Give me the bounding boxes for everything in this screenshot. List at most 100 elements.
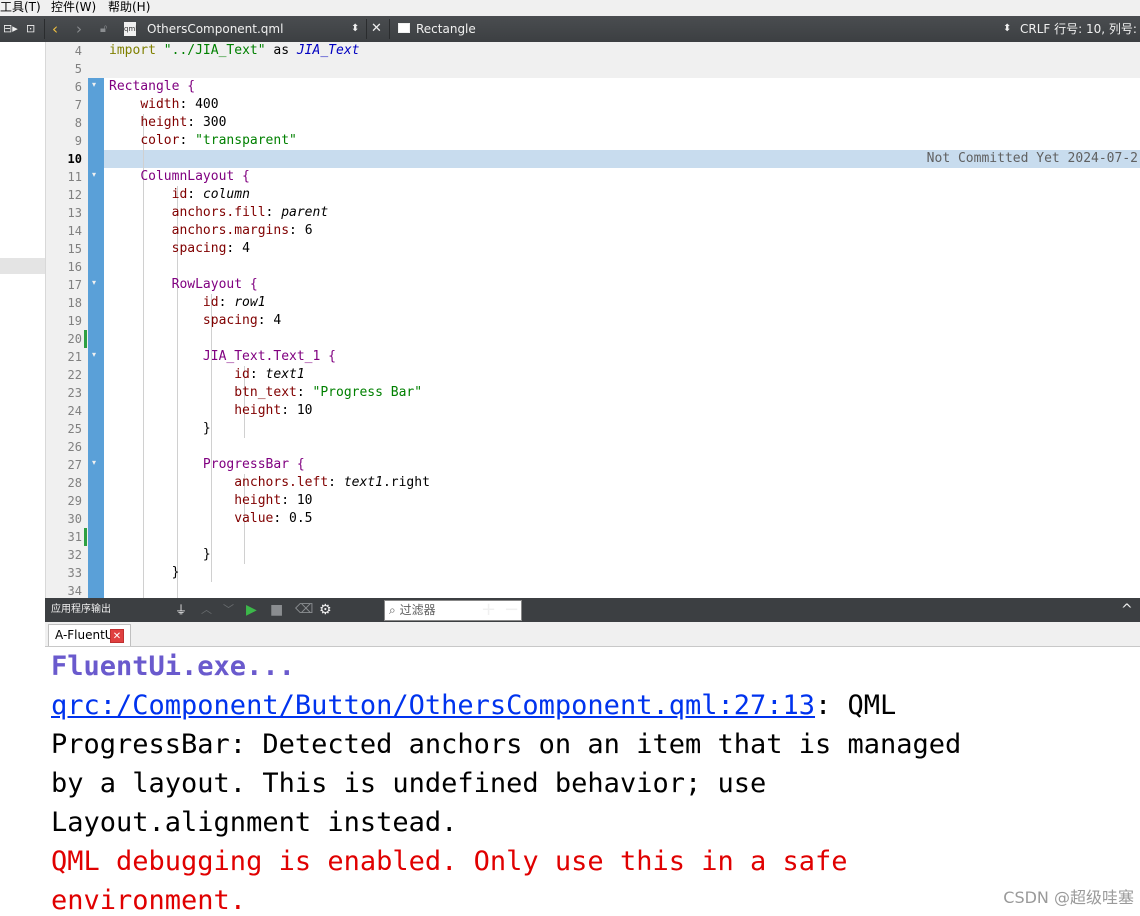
fold-toggle-icon[interactable]: ▾	[92, 279, 100, 287]
zoom-in-icon[interactable]: +	[481, 598, 496, 622]
fold-toggle-icon[interactable]: ▾	[92, 171, 100, 179]
line-number: 19	[67, 314, 82, 328]
code-line: anchors.fill: parent	[171, 205, 329, 220]
code-line: ProgressBar {	[202, 457, 305, 472]
gear-icon[interactable]: ⚙	[319, 598, 332, 622]
collapse-pane-icon[interactable]: ^	[1121, 598, 1133, 622]
line-number: 11	[67, 170, 82, 184]
code-line: RowLayout {	[171, 277, 258, 292]
line-number: 22	[67, 368, 82, 382]
zoom-out-icon[interactable]: −	[504, 598, 519, 622]
line-number: 30	[67, 512, 82, 526]
code-line: color: "transparent"	[140, 133, 297, 148]
chevron-left-icon[interactable]: ‹	[52, 16, 58, 42]
line-number: 6	[74, 80, 82, 94]
line-number: 7	[74, 98, 82, 112]
line-number: 34	[67, 584, 82, 598]
output-line: QML debugging is enabled. Only use this …	[51, 846, 848, 877]
code-line: spacing: 4	[171, 241, 250, 256]
code-line: width: 400	[140, 97, 219, 112]
output-line: FluentUi.exe...	[51, 651, 295, 682]
menu-tools[interactable]: 工具(T)	[0, 0, 41, 14]
file-name[interactable]: OthersComponent.qml	[147, 16, 283, 42]
vcs-change-marker	[84, 528, 87, 546]
output-tab-label: A-FluentU	[55, 628, 114, 642]
watermark: CSDN @超级哇塞	[1003, 888, 1134, 907]
rectangle-symbol-icon	[398, 23, 410, 33]
output-tabs: A-FluentU ✕	[45, 622, 1140, 647]
code-line: anchors.margins: 6	[171, 223, 313, 238]
clear-icon[interactable]: ⌫	[295, 598, 313, 622]
chevron-up-icon[interactable]: ︿	[201, 598, 212, 622]
qml-file-icon: qml	[124, 22, 137, 36]
code-line: import "../JIA_Text" as JIA_Text	[109, 43, 360, 58]
close-icon[interactable]: ✕	[371, 16, 382, 42]
search-icon: ⌕	[389, 603, 396, 617]
code-line: id: row1	[202, 295, 266, 310]
editor-toolbar: ⊟▸ ⊡ ‹ › 🔓︎ qml OthersComponent.qml ⬍ ✕ …	[0, 16, 1140, 42]
line-number: 31	[67, 530, 82, 544]
menu-controls[interactable]: 控件(W)	[51, 0, 96, 14]
attach-icon[interactable]: ⏚	[175, 598, 187, 622]
menu-bar: 工具(T) 控件(W) 帮助(H)	[0, 0, 1140, 16]
line-number: 14	[67, 224, 82, 238]
run-icon[interactable]: ▶	[246, 598, 257, 622]
output-toolbar: 应用程序输出 ⏚ ︿ ﹀ ▶ ■ ⌫ ⚙ ⌕ 过滤器 + − ^	[45, 598, 1140, 622]
line-number: 15	[67, 242, 82, 256]
code-line: id: column	[171, 187, 250, 202]
line-number: 5	[74, 62, 82, 76]
close-split-icon[interactable]: ⊡	[26, 16, 35, 42]
line-number: 18	[67, 296, 82, 310]
code-line: spacing: 4	[202, 313, 282, 328]
fold-region-bar[interactable]	[88, 78, 104, 598]
line-number: 33	[67, 566, 82, 580]
stop-icon[interactable]: ■	[270, 598, 283, 622]
line-number: 9	[74, 134, 82, 148]
line-number: 16	[67, 260, 82, 274]
code-line: value: 0.5	[234, 511, 313, 526]
output-line: by a layout. This is undefined behavior;…	[51, 768, 767, 799]
code-line: btn_text: "Progress Bar"	[234, 385, 423, 400]
code-line: ColumnLayout {	[140, 169, 250, 184]
fold-toggle-icon[interactable]: ▾	[92, 459, 100, 467]
line-number: 25	[67, 422, 82, 436]
code-line: JIA_Text.Text_1 {	[202, 349, 336, 364]
line-number: 29	[67, 494, 82, 508]
output-tab[interactable]: A-FluentU ✕	[48, 624, 131, 646]
lock-icon[interactable]: 🔓︎	[100, 16, 107, 42]
output-line: Layout.alignment instead.	[51, 807, 458, 838]
code-line: Rectangle {	[109, 79, 196, 94]
code-line: }	[202, 547, 211, 562]
line-number-current: 10	[67, 152, 82, 166]
output-line: qrc:/Component/Button/OthersComponent.qm…	[51, 690, 897, 721]
code-line: height: 10	[234, 493, 313, 508]
code-line: id: text1	[234, 367, 305, 382]
filter-input[interactable]: ⌕ 过滤器	[384, 600, 522, 621]
left-sidebar-lower	[0, 598, 46, 916]
fold-toggle-icon[interactable]: ▾	[92, 351, 100, 359]
line-number: 24	[67, 404, 82, 418]
close-tab-icon[interactable]: ✕	[110, 629, 124, 643]
code-line-current: Not Committed Yet 2024-07-2	[104, 150, 1140, 168]
symbol-selector[interactable]: Rectangle	[416, 16, 476, 42]
line-number: 17	[67, 278, 82, 292]
code-editor[interactable]: import "../JIA_Text" as JIA_Text Rectang…	[104, 42, 1140, 598]
cursor-status: CRLF 行号: 10, 列号: 1	[1020, 22, 1140, 36]
code-line: height: 300	[140, 115, 227, 130]
source-link[interactable]: qrc:/Component/Button/OthersComponent.qm…	[51, 690, 815, 721]
split-icon[interactable]: ⊟▸	[3, 16, 18, 42]
line-number: 32	[67, 548, 82, 562]
chevron-down-icon[interactable]: ﹀	[223, 598, 234, 622]
output-title: 应用程序输出	[51, 604, 111, 615]
line-number: 28	[67, 476, 82, 490]
chevron-right-icon[interactable]: ›	[76, 16, 82, 42]
file-dropdown-icon[interactable]: ⬍	[351, 16, 359, 42]
application-output[interactable]: FluentUi.exe... qrc:/Component/Button/Ot…	[45, 647, 1140, 916]
line-number: 21	[67, 350, 82, 364]
code-line: }	[171, 565, 180, 580]
code-line: anchors.left: text1.right	[234, 475, 430, 490]
fold-toggle-icon[interactable]: ▾	[92, 81, 100, 89]
menu-help[interactable]: 帮助(H)	[108, 0, 150, 14]
code-line: height: 10	[234, 403, 313, 418]
symbol-dropdown-icon[interactable]: ⬍	[1003, 16, 1011, 42]
